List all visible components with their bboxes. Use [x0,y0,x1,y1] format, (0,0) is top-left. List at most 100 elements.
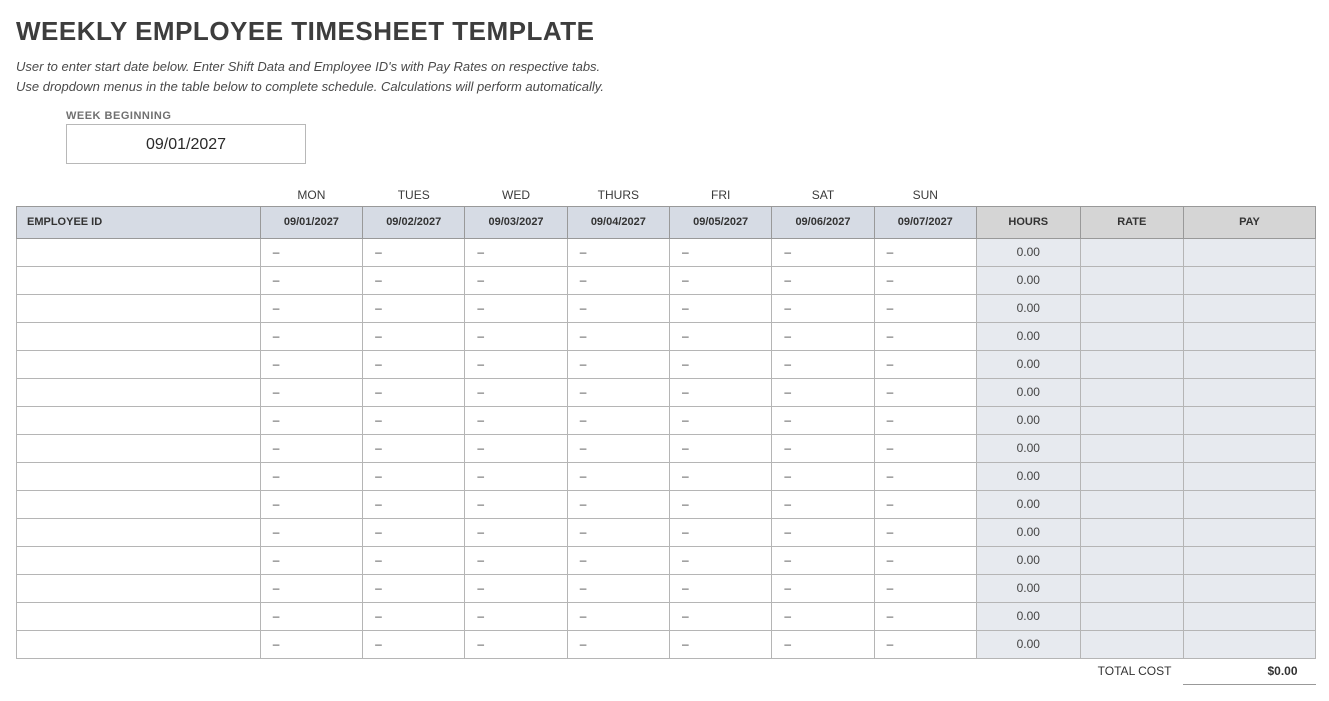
shift-cell[interactable]: – [465,546,567,574]
employee-id-cell[interactable] [17,490,261,518]
shift-cell[interactable]: – [772,546,874,574]
shift-cell[interactable]: – [260,294,362,322]
shift-cell[interactable]: – [465,266,567,294]
shift-cell[interactable]: – [772,490,874,518]
shift-cell[interactable]: – [772,602,874,630]
shift-cell[interactable]: – [465,238,567,266]
shift-cell[interactable]: – [772,462,874,490]
employee-id-cell[interactable] [17,238,261,266]
shift-cell[interactable]: – [260,602,362,630]
shift-cell[interactable]: – [670,630,772,658]
shift-cell[interactable]: – [670,546,772,574]
shift-cell[interactable]: – [465,518,567,546]
shift-cell[interactable]: – [772,518,874,546]
shift-cell[interactable]: – [260,518,362,546]
shift-cell[interactable]: – [465,462,567,490]
shift-cell[interactable]: – [465,630,567,658]
shift-cell[interactable]: – [874,574,976,602]
shift-cell[interactable]: – [874,378,976,406]
shift-cell[interactable]: – [567,378,669,406]
shift-cell[interactable]: – [363,322,465,350]
employee-id-cell[interactable] [17,378,261,406]
shift-cell[interactable]: – [363,490,465,518]
shift-cell[interactable]: – [567,294,669,322]
shift-cell[interactable]: – [772,266,874,294]
shift-cell[interactable]: – [567,322,669,350]
shift-cell[interactable]: – [874,350,976,378]
shift-cell[interactable]: – [670,238,772,266]
shift-cell[interactable]: – [363,602,465,630]
shift-cell[interactable]: – [772,378,874,406]
shift-cell[interactable]: – [363,574,465,602]
shift-cell[interactable]: – [363,378,465,406]
shift-cell[interactable]: – [772,434,874,462]
shift-cell[interactable]: – [363,518,465,546]
shift-cell[interactable]: – [260,406,362,434]
shift-cell[interactable]: – [670,322,772,350]
shift-cell[interactable]: – [772,322,874,350]
shift-cell[interactable]: – [567,518,669,546]
shift-cell[interactable]: – [465,490,567,518]
shift-cell[interactable]: – [363,266,465,294]
shift-cell[interactable]: – [363,238,465,266]
employee-id-cell[interactable] [17,546,261,574]
shift-cell[interactable]: – [670,602,772,630]
shift-cell[interactable]: – [363,406,465,434]
week-beginning-input[interactable]: 09/01/2027 [66,124,306,164]
shift-cell[interactable]: – [670,378,772,406]
shift-cell[interactable]: – [567,546,669,574]
shift-cell[interactable]: – [874,490,976,518]
shift-cell[interactable]: – [465,378,567,406]
shift-cell[interactable]: – [874,238,976,266]
shift-cell[interactable]: – [567,630,669,658]
shift-cell[interactable]: – [465,602,567,630]
shift-cell[interactable]: – [772,350,874,378]
shift-cell[interactable]: – [465,406,567,434]
shift-cell[interactable]: – [772,406,874,434]
shift-cell[interactable]: – [772,574,874,602]
employee-id-cell[interactable] [17,462,261,490]
shift-cell[interactable]: – [567,238,669,266]
shift-cell[interactable]: – [670,434,772,462]
shift-cell[interactable]: – [260,322,362,350]
shift-cell[interactable]: – [260,266,362,294]
employee-id-cell[interactable] [17,574,261,602]
shift-cell[interactable]: – [260,350,362,378]
shift-cell[interactable]: – [363,546,465,574]
shift-cell[interactable]: – [874,322,976,350]
employee-id-cell[interactable] [17,602,261,630]
shift-cell[interactable]: – [874,434,976,462]
shift-cell[interactable]: – [874,294,976,322]
shift-cell[interactable]: – [772,238,874,266]
employee-id-cell[interactable] [17,294,261,322]
employee-id-cell[interactable] [17,266,261,294]
shift-cell[interactable]: – [567,350,669,378]
shift-cell[interactable]: – [772,630,874,658]
shift-cell[interactable]: – [670,462,772,490]
employee-id-cell[interactable] [17,322,261,350]
shift-cell[interactable]: – [670,294,772,322]
employee-id-cell[interactable] [17,406,261,434]
shift-cell[interactable]: – [363,350,465,378]
shift-cell[interactable]: – [260,546,362,574]
shift-cell[interactable]: – [363,630,465,658]
shift-cell[interactable]: – [567,406,669,434]
shift-cell[interactable]: – [874,602,976,630]
shift-cell[interactable]: – [363,434,465,462]
shift-cell[interactable]: – [260,490,362,518]
shift-cell[interactable]: – [567,574,669,602]
employee-id-cell[interactable] [17,434,261,462]
shift-cell[interactable]: – [260,378,362,406]
shift-cell[interactable]: – [874,518,976,546]
shift-cell[interactable]: – [465,322,567,350]
shift-cell[interactable]: – [465,350,567,378]
shift-cell[interactable]: – [874,546,976,574]
shift-cell[interactable]: – [363,294,465,322]
shift-cell[interactable]: – [465,434,567,462]
shift-cell[interactable]: – [874,406,976,434]
shift-cell[interactable]: – [670,266,772,294]
shift-cell[interactable]: – [363,462,465,490]
shift-cell[interactable]: – [260,434,362,462]
shift-cell[interactable]: – [874,266,976,294]
shift-cell[interactable]: – [260,462,362,490]
